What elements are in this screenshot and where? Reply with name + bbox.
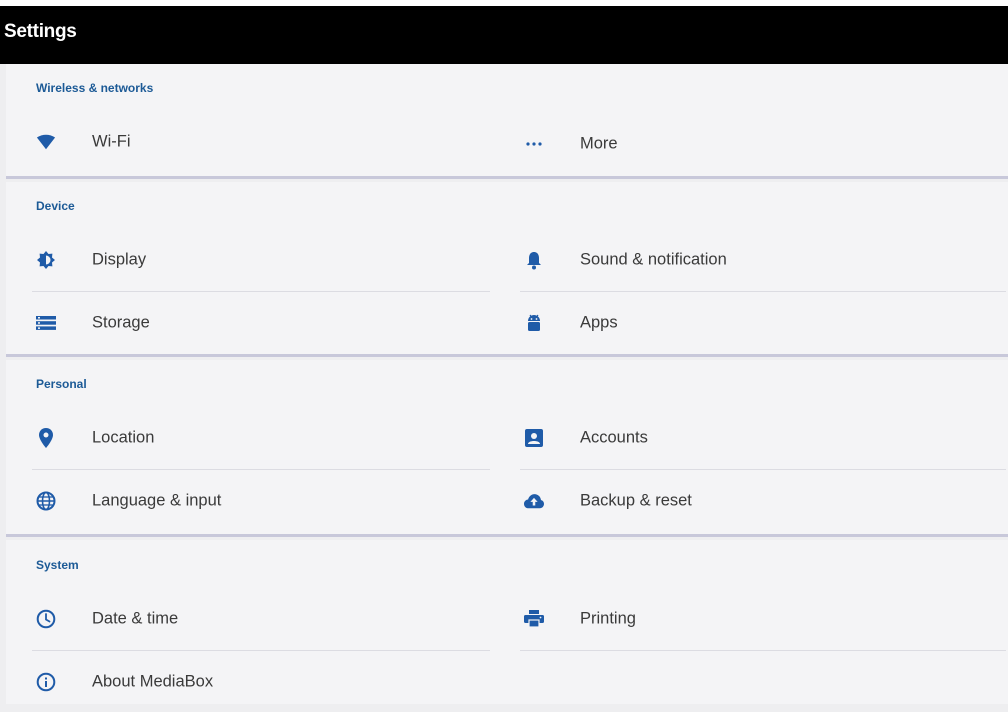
info-icon [36,672,56,692]
section-system: System Date & time Printing About MediaB… [6,540,1008,704]
section-header-system: System [36,558,79,572]
setting-more[interactable]: More [524,114,964,174]
section-wireless-networks: Wireless & networks Wi-Fi More [6,64,1008,179]
setting-label-backup-reset: Backup & reset [580,491,692,510]
row-divider [32,650,490,651]
setting-display[interactable]: Display [36,230,476,290]
setting-label-about-mediabox: About MediaBox [92,672,214,691]
setting-label-apps: Apps [580,313,618,332]
setting-backup-reset[interactable]: Backup & reset [524,471,964,531]
brightness-icon [36,250,56,270]
setting-about-mediabox[interactable]: About MediaBox [36,652,476,712]
row-divider [520,291,1006,292]
setting-apps[interactable]: Apps [524,293,964,353]
printer-icon [524,609,544,629]
storage-icon [36,313,56,333]
setting-label-printing: Printing [580,609,636,628]
setting-label-more: More [580,134,618,153]
row-divider [32,291,490,292]
setting-label-storage: Storage [92,313,150,332]
cloud-upload-icon [524,491,544,511]
section-device: Device Display Sound & notification Stor… [6,182,1008,357]
setting-wifi[interactable]: Wi-Fi [36,112,476,172]
setting-location[interactable]: Location [36,408,476,468]
wifi-icon [36,132,56,152]
setting-label-wifi: Wi-Fi [92,132,131,151]
account-box-icon [524,428,544,448]
row-divider [520,469,1006,470]
row-divider [32,469,490,470]
android-icon [524,313,544,333]
setting-label-sound-notification: Sound & notification [580,250,727,269]
page-title: Settings [4,21,77,42]
bell-icon [524,250,544,270]
section-header-device: Device [36,199,75,213]
setting-accounts[interactable]: Accounts [524,408,964,468]
setting-printing[interactable]: Printing [524,589,964,649]
setting-label-date-time: Date & time [92,609,179,628]
section-personal: Personal Location Accounts Language & in… [6,360,1008,537]
location-pin-icon [36,428,56,448]
clock-icon [36,609,56,629]
section-header-wireless-networks: Wireless & networks [36,81,154,95]
setting-label-language-input: Language & input [92,491,222,510]
setting-label-accounts: Accounts [580,428,648,447]
setting-language-input[interactable]: Language & input [36,471,476,531]
setting-date-time[interactable]: Date & time [36,589,476,649]
globe-icon [36,491,56,511]
setting-label-location: Location [92,428,155,447]
more-dots-icon [524,134,544,154]
section-header-personal: Personal [36,377,87,391]
setting-label-display: Display [92,250,147,269]
row-divider [520,650,1006,651]
setting-sound-notification[interactable]: Sound & notification [524,230,964,290]
app-bar: Settings [0,6,1008,64]
setting-storage[interactable]: Storage [36,293,476,353]
